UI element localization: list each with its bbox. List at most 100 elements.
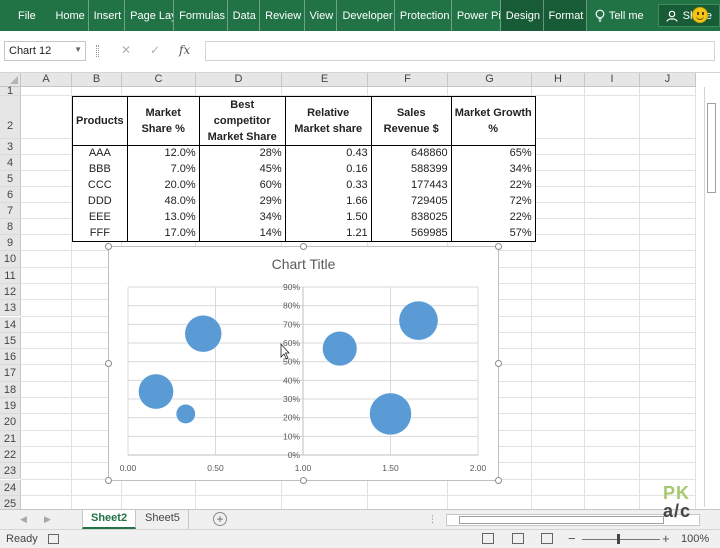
- header-market-growth[interactable]: Market Growth %: [450, 96, 536, 146]
- resize-handle-top-right[interactable]: [495, 243, 502, 250]
- tab-page-layout[interactable]: Page Layo: [125, 0, 175, 31]
- header-market-share[interactable]: Market Share %: [126, 96, 200, 146]
- name-box[interactable]: Chart 12 ▼: [4, 41, 86, 61]
- tell-me-search[interactable]: Tell me: [587, 9, 652, 22]
- table-cell[interactable]: 1.66: [284, 193, 372, 210]
- tab-review[interactable]: Review: [260, 0, 305, 31]
- chevron-down-icon[interactable]: ▼: [74, 45, 82, 54]
- zoom-slider[interactable]: [582, 539, 660, 540]
- row-header-6[interactable]: 6: [0, 187, 21, 203]
- resize-handle-top[interactable]: [300, 243, 307, 250]
- table-cell[interactable]: 29%: [198, 193, 286, 210]
- table-cell[interactable]: 28%: [198, 145, 286, 162]
- tab-view[interactable]: View: [305, 0, 338, 31]
- resize-handle-top-left[interactable]: [105, 243, 112, 250]
- row-header-16[interactable]: 16: [0, 349, 21, 366]
- header-sales-revenue[interactable]: Sales Revenue $: [370, 96, 452, 146]
- tab-home[interactable]: Home: [50, 0, 89, 31]
- vertical-scroll-thumb[interactable]: [707, 103, 716, 193]
- table-cell[interactable]: 48.0%: [126, 193, 200, 210]
- table-cell[interactable]: AAA: [72, 145, 128, 162]
- column-header-g[interactable]: G: [448, 73, 532, 87]
- row-header-8[interactable]: 8: [0, 219, 21, 235]
- table-cell[interactable]: 838025: [370, 209, 452, 226]
- header-products[interactable]: Products: [72, 96, 128, 146]
- tab-formulas[interactable]: Formulas: [174, 0, 228, 31]
- tab-file[interactable]: File: [0, 0, 50, 31]
- column-header-j[interactable]: J: [640, 73, 696, 87]
- bubble-chart[interactable]: Chart Title 0% 10% 20% 30% 40% 50% 60% 70% 80% 90…: [105, 243, 502, 484]
- column-header-a[interactable]: A: [21, 73, 72, 87]
- column-header-i[interactable]: I: [585, 73, 640, 87]
- tab-splitter-icon[interactable]: ⋮: [428, 514, 437, 525]
- row-header-23[interactable]: 23: [0, 463, 21, 480]
- header-relative-market-share[interactable]: Relative Market share: [284, 96, 372, 146]
- page-layout-view-icon[interactable]: [512, 533, 524, 544]
- vertical-scrollbar[interactable]: [704, 87, 717, 507]
- row-header-2[interactable]: 2: [0, 96, 21, 139]
- header-best-competitor[interactable]: Best competitor Market Share: [198, 96, 286, 146]
- table-cell[interactable]: 177443: [370, 177, 452, 194]
- zoom-out-button[interactable]: −: [568, 531, 576, 546]
- column-header-e[interactable]: E: [282, 73, 368, 87]
- table-cell[interactable]: 17.0%: [126, 225, 200, 242]
- zoom-level[interactable]: 100%: [681, 533, 709, 545]
- insert-function-icon[interactable]: fx: [179, 43, 190, 57]
- tab-format[interactable]: Format: [543, 0, 587, 31]
- tab-developer[interactable]: Developer: [337, 0, 395, 31]
- row-header-25[interactable]: 25: [0, 495, 21, 509]
- table-cell[interactable]: 14%: [198, 225, 286, 242]
- table-cell[interactable]: EEE: [72, 209, 128, 226]
- row-header-3[interactable]: 3: [0, 139, 21, 155]
- table-cell[interactable]: 34%: [450, 161, 536, 178]
- row-header-19[interactable]: 19: [0, 398, 21, 415]
- resize-handle-bottom-left[interactable]: [105, 477, 112, 484]
- tab-data[interactable]: Data: [228, 0, 261, 31]
- table-cell[interactable]: 34%: [198, 209, 286, 226]
- table-cell[interactable]: 1.21: [284, 225, 372, 242]
- formula-bar-splitter[interactable]: [96, 45, 99, 57]
- row-header-14[interactable]: 14: [0, 316, 21, 333]
- scroll-right-icon[interactable]: ▶: [44, 514, 51, 525]
- table-cell[interactable]: 65%: [450, 145, 536, 162]
- table-cell[interactable]: 588399: [370, 161, 452, 178]
- table-cell[interactable]: 0.33: [284, 177, 372, 194]
- page-break-view-icon[interactable]: [541, 533, 553, 544]
- table-cell[interactable]: 72%: [450, 193, 536, 210]
- row-header-15[interactable]: 15: [0, 332, 21, 350]
- sheet-tab-sheet5[interactable]: Sheet5: [137, 510, 189, 529]
- tab-power-pivot[interactable]: Power Pivo: [452, 0, 501, 31]
- formula-input[interactable]: [205, 41, 715, 61]
- table-cell[interactable]: FFF: [72, 225, 128, 242]
- row-header-4[interactable]: 4: [0, 155, 21, 171]
- row-header-7[interactable]: 7: [0, 203, 21, 219]
- row-header-1[interactable]: 1: [0, 86, 21, 97]
- table-cell[interactable]: 20.0%: [126, 177, 200, 194]
- table-cell[interactable]: 729405: [370, 193, 452, 210]
- table-cell[interactable]: 0.43: [284, 145, 372, 162]
- horizontal-scrollbar[interactable]: [446, 514, 700, 526]
- table-cell[interactable]: 569985: [370, 225, 452, 242]
- table-cell[interactable]: 60%: [198, 177, 286, 194]
- chart-plot-svg[interactable]: 0% 10% 20% 30% 40% 50% 60% 70% 80% 90% 0.00 0.50 1.0…: [109, 247, 500, 482]
- row-header-9[interactable]: 9: [0, 235, 21, 252]
- table-cell[interactable]: 22%: [450, 209, 536, 226]
- tab-insert[interactable]: Insert: [89, 0, 126, 31]
- row-header-5[interactable]: 5: [0, 171, 21, 187]
- cancel-icon[interactable]: ✕: [121, 43, 131, 57]
- feedback-smiley-icon[interactable]: [692, 7, 708, 23]
- row-header-11[interactable]: 11: [0, 267, 21, 284]
- row-header-22[interactable]: 22: [0, 446, 21, 464]
- share-button[interactable]: Share: [657, 4, 720, 27]
- table-cell[interactable]: DDD: [72, 193, 128, 210]
- column-header-d[interactable]: D: [196, 73, 282, 87]
- enter-icon[interactable]: ✓: [150, 43, 160, 57]
- column-header-f[interactable]: F: [368, 73, 448, 87]
- row-header-12[interactable]: 12: [0, 283, 21, 301]
- column-header-h[interactable]: H: [532, 73, 585, 87]
- scroll-left-icon[interactable]: ◀: [20, 514, 27, 525]
- table-cell[interactable]: CCC: [72, 177, 128, 194]
- worksheet-grid[interactable]: ABCDEFGHIJ 1 2 3 4 5 6 7 8 9 10 11 12 13 14 15 16 17 18 19…: [0, 73, 720, 509]
- table-cell[interactable]: 648860: [370, 145, 452, 162]
- row-header-13[interactable]: 13: [0, 300, 21, 317]
